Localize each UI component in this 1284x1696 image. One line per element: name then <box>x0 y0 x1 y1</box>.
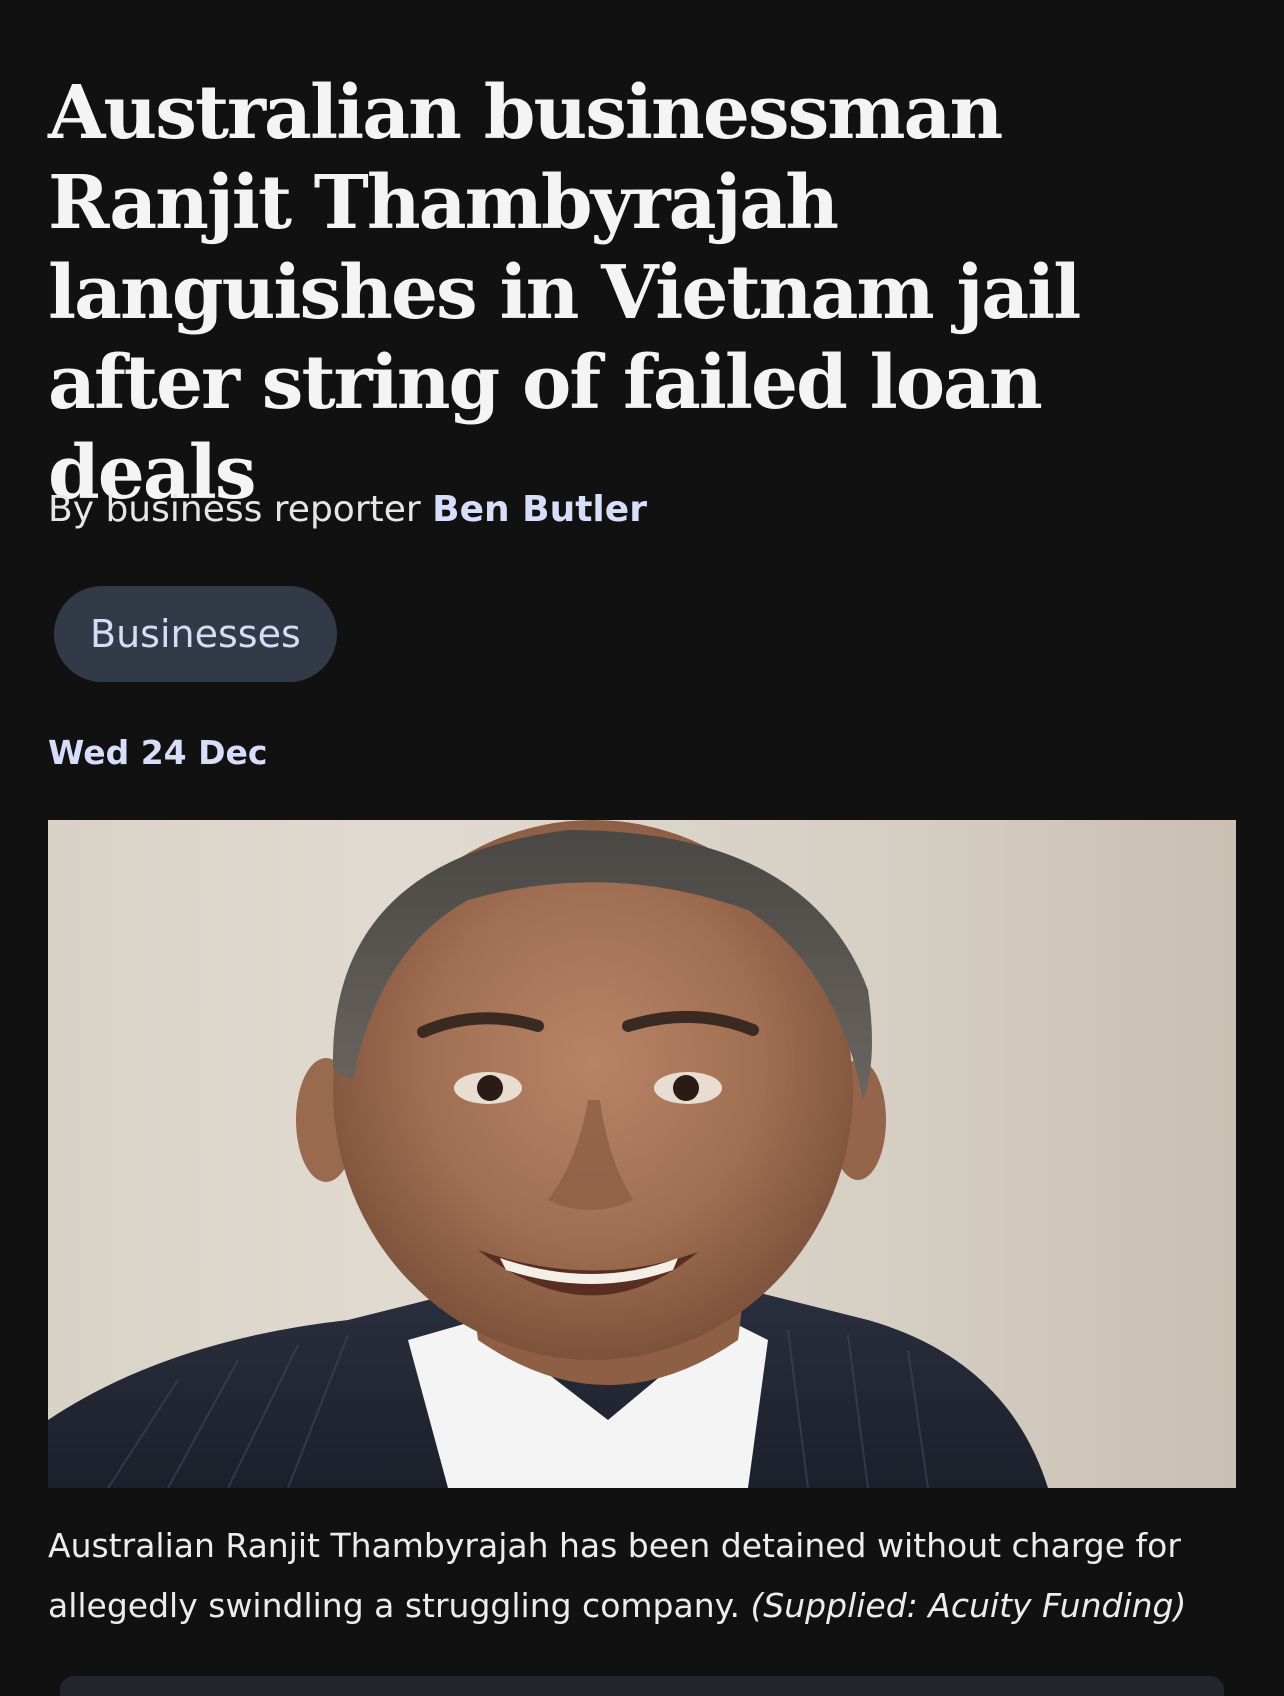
photo-caption: Australian Ranjit Thambyrajah has been d… <box>48 1516 1248 1636</box>
next-card-edge <box>60 1676 1224 1696</box>
portrait-image <box>48 820 1048 1488</box>
publish-date: Wed 24 Dec <box>48 733 268 772</box>
byline-prefix: By business reporter <box>48 489 433 530</box>
caption-credit: (Supplied: Acuity Funding) <box>750 1586 1187 1625</box>
byline: By business reporter Ben Butler <box>48 487 647 533</box>
article-headline: Australian businessman Ranjit Thambyraja… <box>48 70 1081 516</box>
article-photo <box>48 820 1236 1488</box>
author-link[interactable]: Ben Butler <box>432 489 647 530</box>
topic-tag-businesses[interactable]: Businesses <box>54 586 337 682</box>
